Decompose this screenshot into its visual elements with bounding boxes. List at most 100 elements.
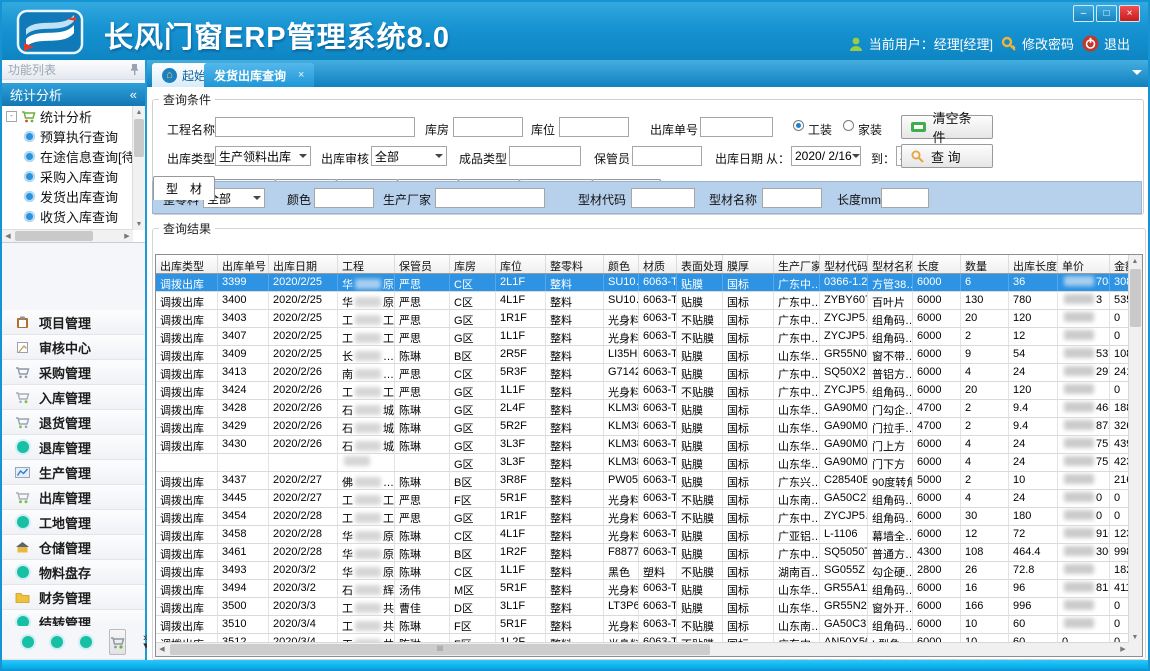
project-name-input[interactable]: [215, 117, 415, 137]
table-row[interactable]: G区3L3F整料KLM38176063-T5贴膜国标山东华…GA90M09…门下…: [156, 454, 1129, 472]
location-input[interactable]: [559, 117, 629, 137]
table-row[interactable]: 调拨出库34282020/2/26石城陈琳G区2L4F整料KLM38176063…: [156, 400, 1129, 418]
column-header[interactable]: 工程: [338, 255, 395, 273]
product-type-input[interactable]: [509, 146, 581, 166]
column-header[interactable]: 材质: [639, 255, 677, 273]
module-cart-button[interactable]: [109, 629, 126, 655]
out-type-combo[interactable]: 生产领料出库: [215, 146, 311, 166]
color-input[interactable]: [314, 188, 374, 208]
pin-icon[interactable]: [130, 64, 139, 75]
sidebar-item-工地管理[interactable]: 工地管理: [2, 510, 145, 535]
table-row[interactable]: 调拨出库34242020/2/26工工程严思G区1L1F整料光身料6063-T5…: [156, 382, 1129, 400]
grid-hscrollbar[interactable]: ◀⦀⦀▶: [156, 642, 1129, 656]
warehouse-input[interactable]: [453, 117, 523, 137]
sidebar-item-项目管理[interactable]: 项目管理: [2, 310, 145, 335]
column-header[interactable]: 单价: [1058, 255, 1110, 273]
sidebar-item-出库管理[interactable]: 出库管理: [2, 485, 145, 510]
table-row[interactable]: 调拨出库33992020/2/25华原…严思C区2L1F整料SU10…6063-…: [156, 274, 1129, 292]
search-button[interactable]: 查 询: [901, 144, 993, 168]
sidebar-item-仓储管理[interactable]: 仓储管理: [2, 535, 145, 560]
tree-hscrollbar[interactable]: ◀▶: [2, 229, 133, 242]
column-header[interactable]: 出库日期: [269, 255, 338, 273]
minimize-button[interactable]: –: [1073, 5, 1094, 22]
column-header[interactable]: 生产厂家: [774, 255, 820, 273]
sidebar-item-审核中心[interactable]: 审核中心: [2, 335, 145, 360]
change-password-button[interactable]: 修改密码: [1001, 34, 1074, 53]
module-dot-icon[interactable]: [51, 636, 63, 648]
column-header[interactable]: 长度: [913, 255, 961, 273]
tab-shipping-query[interactable]: 发货出库查询 ×: [204, 63, 314, 87]
tab-close-icon[interactable]: ×: [298, 69, 304, 81]
logout-button[interactable]: 退出: [1082, 34, 1130, 53]
column-header[interactable]: 型材名称: [868, 255, 913, 273]
tab-list-dropdown-icon[interactable]: [1132, 70, 1142, 80]
table-row[interactable]: 调拨出库34032020/2/25工工程严思G区1R1F整料光身料6063-T5…: [156, 310, 1129, 328]
column-header[interactable]: 表面处理: [677, 255, 723, 273]
table-row[interactable]: 调拨出库34582020/2/28华原…陈琳C区4L1F整料光身料6063-T5…: [156, 526, 1129, 544]
table-row[interactable]: 调拨出库34092020/2/25长…陈琳B区2R5F整料LI35HD6063-…: [156, 346, 1129, 364]
profile-name-input[interactable]: [762, 188, 822, 208]
sidebar-item-退库管理[interactable]: 退库管理: [2, 435, 145, 460]
table-row[interactable]: 调拨出库34942020/3/2石辉城汤伟M区5R1F整料光身料6063-T5贴…: [156, 580, 1129, 598]
order-no-input[interactable]: [700, 117, 773, 137]
module-dot-icon[interactable]: [22, 636, 34, 648]
table-row[interactable]: 调拨出库34302020/2/26石城陈琳G区3L3F整料KLM38176063…: [156, 436, 1129, 454]
cell: 光身料: [604, 382, 639, 399]
column-header[interactable]: 出库长度: [1009, 255, 1058, 273]
column-header[interactable]: 出库类型: [156, 255, 218, 273]
sidebar-item-入库管理[interactable]: 入库管理: [2, 385, 145, 410]
home-decor-radio[interactable]: [843, 120, 854, 131]
column-header[interactable]: 型材代码: [820, 255, 868, 273]
profile-code-input[interactable]: [631, 188, 695, 208]
tree-item[interactable]: 收货入库查询: [2, 206, 133, 226]
module-dot-icon[interactable]: [80, 636, 92, 648]
sidebar-item-财务管理[interactable]: 财务管理: [2, 585, 145, 610]
sidebar-item-采购管理[interactable]: 采购管理: [2, 360, 145, 385]
clear-conditions-button[interactable]: 清空条件: [901, 115, 993, 139]
column-header[interactable]: 膜厚: [723, 255, 774, 273]
table-row[interactable]: 调拨出库34072020/2/25工工程严思G区1L1F整料光身料6063-T5…: [156, 328, 1129, 346]
keeper-input[interactable]: [632, 146, 702, 166]
collapse-icon[interactable]: «: [130, 87, 137, 102]
table-row[interactable]: 调拨出库34372020/2/27佛…陈琳B区3R8F整料PW056063-T5…: [156, 472, 1129, 490]
table-row[interactable]: 调拨出库34932020/3/2华原…陈琳C区1L1F整料黑色塑料不贴膜国标湖南…: [156, 562, 1129, 580]
close-button[interactable]: ×: [1119, 5, 1140, 22]
grid-vscrollbar[interactable]: ▲▼: [1128, 255, 1142, 643]
column-header[interactable]: 整零料: [546, 255, 604, 273]
material-tab-0[interactable]: 型 材: [153, 176, 215, 200]
length-input[interactable]: [881, 188, 929, 208]
column-header[interactable]: 数量: [961, 255, 1009, 273]
tree-vscrollbar[interactable]: ▲▼: [132, 106, 145, 230]
stats-panel-header[interactable]: 统计分析 «: [2, 83, 145, 106]
industrial-radio[interactable]: [793, 120, 804, 131]
tree-root[interactable]: - 统计分析: [2, 106, 133, 126]
table-row[interactable]: 调拨出库34132020/2/26南…严思C区5R3F整料G714226063-…: [156, 364, 1129, 382]
column-header[interactable]: 库位: [496, 255, 546, 273]
cell: D区: [450, 598, 496, 615]
maximize-button[interactable]: □: [1096, 5, 1117, 22]
table-row[interactable]: 调拨出库35102020/3/4工共工程陈琳F区5R1F整料光身料6063-T5…: [156, 616, 1129, 634]
table-row[interactable]: 调拨出库34542020/2/28工工程严思G区1R1F整料光身料6063-T5…: [156, 508, 1129, 526]
tree-item[interactable]: 在途信息查询[待: [2, 146, 133, 166]
date-from-picker[interactable]: 2020/ 2/16: [791, 146, 861, 166]
sidebar-item-生产管理[interactable]: 生产管理: [2, 460, 145, 485]
tree-expander-icon[interactable]: -: [6, 111, 17, 122]
column-header[interactable]: 保管员: [395, 255, 450, 273]
table-row[interactable]: 调拨出库34452020/2/27工工程严思F区5R1F整料光身料6063-T5…: [156, 490, 1129, 508]
table-row[interactable]: 调拨出库34292020/2/26石城陈琳G区5R2F整料KLM38176063…: [156, 418, 1129, 436]
column-header[interactable]: 出库单号: [218, 255, 269, 273]
table-row[interactable]: 调拨出库34612020/2/28华原…陈琳B区1R2F整料F8877FT606…: [156, 544, 1129, 562]
tree-item[interactable]: 发货出库查询: [2, 186, 133, 206]
audit-combo[interactable]: 全部: [371, 146, 447, 166]
out-date-label: 出库日期: [715, 150, 763, 167]
column-header[interactable]: 颜色: [604, 255, 639, 273]
tree-item[interactable]: 预算执行查询: [2, 126, 133, 146]
table-row[interactable]: 调拨出库34002020/2/25华原…严思C区4L1F整料SU10…6063-…: [156, 292, 1129, 310]
sidebar-item-物料盘存[interactable]: 物料盘存: [2, 560, 145, 585]
table-row[interactable]: 调拨出库35002020/3/3工共工程曹佳D区3L1F整料LT3P606063…: [156, 598, 1129, 616]
tree-item[interactable]: 采购入库查询: [2, 166, 133, 186]
blurred-price-text: [1064, 330, 1094, 340]
column-header[interactable]: 库房: [450, 255, 496, 273]
sidebar-item-退货管理[interactable]: 退货管理: [2, 410, 145, 435]
maker-input[interactable]: [435, 188, 545, 208]
